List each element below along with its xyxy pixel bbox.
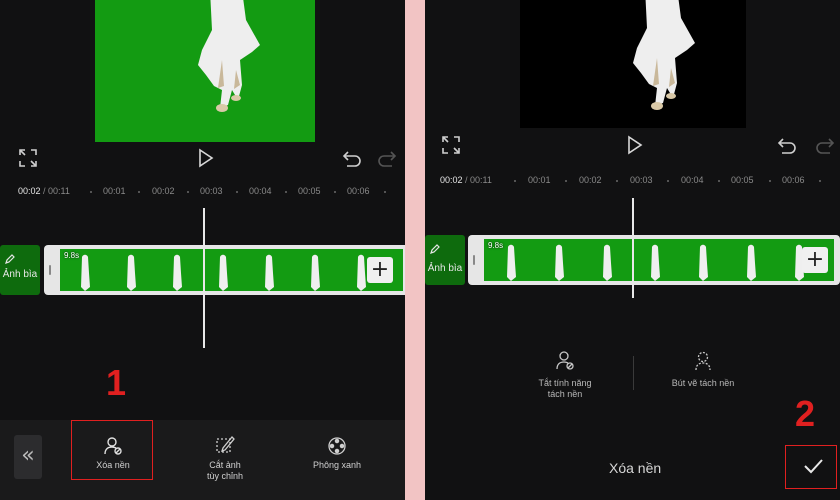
redo-icon[interactable] — [376, 147, 398, 169]
right-screenshot: 00:02 / 00:11 00:01 00:02 00:03 00:04 00… — [425, 0, 840, 500]
add-clip-button[interactable]: + — [802, 247, 828, 273]
cover-label: Ảnh bìa — [427, 263, 463, 274]
fullscreen-icon[interactable] — [440, 134, 462, 156]
playhead[interactable] — [632, 198, 634, 298]
play-icon[interactable] — [194, 147, 216, 169]
chroma-key-icon — [328, 437, 346, 455]
custom-cut-icon — [216, 436, 235, 453]
custom-cut-tool[interactable]: Cắt ảnh tùy chỉnh — [188, 436, 262, 482]
time-ruler: 00:02 / 00:11 00:01 00:02 00:03 00:04 00… — [0, 186, 405, 200]
clip-frames — [60, 249, 403, 291]
disable-background-removal-option[interactable]: Tắt tính năng tách nền — [520, 350, 610, 400]
person-brush-icon — [695, 351, 711, 371]
ruler-tick: 00:04 — [681, 175, 704, 185]
brush-background-removal-option[interactable]: Bút vẽ tách nền — [653, 350, 753, 389]
person-remove-icon — [556, 351, 574, 370]
clip-duration: 9.8s — [488, 241, 504, 250]
brush-option-label: Bút vẽ tách nền — [671, 378, 735, 388]
step-2-number: 2 — [795, 393, 816, 434]
cover-thumbnail[interactable]: Ảnh bìa — [0, 245, 40, 295]
undo-icon[interactable] — [341, 147, 363, 169]
clip-trim-handle[interactable] — [49, 265, 51, 275]
options-separator — [633, 356, 634, 390]
ruler-tick: 00:02 — [579, 175, 602, 185]
clip-frames — [484, 239, 834, 281]
video-clip[interactable]: 9.8s — [44, 245, 405, 295]
step-1-number: 1 — [106, 362, 127, 403]
video-clip[interactable]: 9.8s — [468, 235, 840, 285]
edit-icon — [5, 254, 15, 264]
clip-trim-handle[interactable] — [473, 255, 475, 265]
custom-cut-label-line2: tùy chỉnh — [206, 471, 244, 481]
dancer-figure — [198, 0, 260, 112]
bottom-toolbar: « Xóa nền Cắt ảnh tùy chỉnh Phông xanh — [0, 420, 405, 500]
ruler-time-readout: 00:02 / 00:11 — [440, 175, 492, 185]
redo-icon[interactable] — [814, 134, 836, 156]
playhead[interactable] — [203, 208, 205, 348]
dancer-figure-cutout — [633, 0, 695, 110]
chroma-key-label: Phông xanh — [312, 460, 362, 470]
time-ruler: 00:02 / 00:11 00:01 00:02 00:03 00:04 00… — [425, 175, 840, 189]
ruler-tick: 00:05 — [298, 186, 321, 196]
step-2-highlight — [785, 445, 837, 489]
ruler-tick: 00:01 — [528, 175, 551, 185]
image-divider — [405, 0, 425, 500]
back-button[interactable]: « — [14, 435, 42, 479]
ruler-tick: 00:02 — [152, 186, 175, 196]
video-preview — [520, 0, 746, 128]
step-1-highlight — [71, 420, 153, 480]
custom-cut-label-line1: Cắt ảnh — [209, 460, 241, 470]
ruler-tick: 00:01 — [103, 186, 126, 196]
add-clip-button[interactable]: + — [367, 257, 393, 283]
video-preview — [95, 0, 315, 142]
clip-duration: 9.8s — [64, 251, 80, 260]
ruler-tick: 00:05 — [731, 175, 754, 185]
panel-title: Xóa nền — [609, 460, 662, 476]
ruler-time-readout: 00:02 / 00:11 — [18, 186, 70, 196]
disable-option-label-line2: tách nền — [547, 389, 583, 399]
left-screenshot: 00:02 / 00:11 00:01 00:02 00:03 00:04 00… — [0, 0, 405, 500]
cover-thumbnail[interactable]: Ảnh bìa — [425, 235, 465, 285]
chroma-key-tool[interactable]: Phông xanh — [300, 436, 374, 471]
ruler-tick: 00:04 — [249, 186, 272, 196]
disable-option-label-line1: Tắt tính năng — [538, 378, 592, 388]
cover-label: Ảnh bìa — [2, 269, 38, 280]
ruler-tick: 00:03 — [200, 186, 223, 196]
undo-icon[interactable] — [776, 134, 798, 156]
ruler-tick: 00:06 — [347, 186, 370, 196]
play-icon[interactable] — [623, 134, 645, 156]
edit-icon — [430, 244, 440, 254]
ruler-tick: 00:03 — [630, 175, 653, 185]
ruler-tick: 00:06 — [782, 175, 805, 185]
fullscreen-icon[interactable] — [17, 147, 39, 169]
